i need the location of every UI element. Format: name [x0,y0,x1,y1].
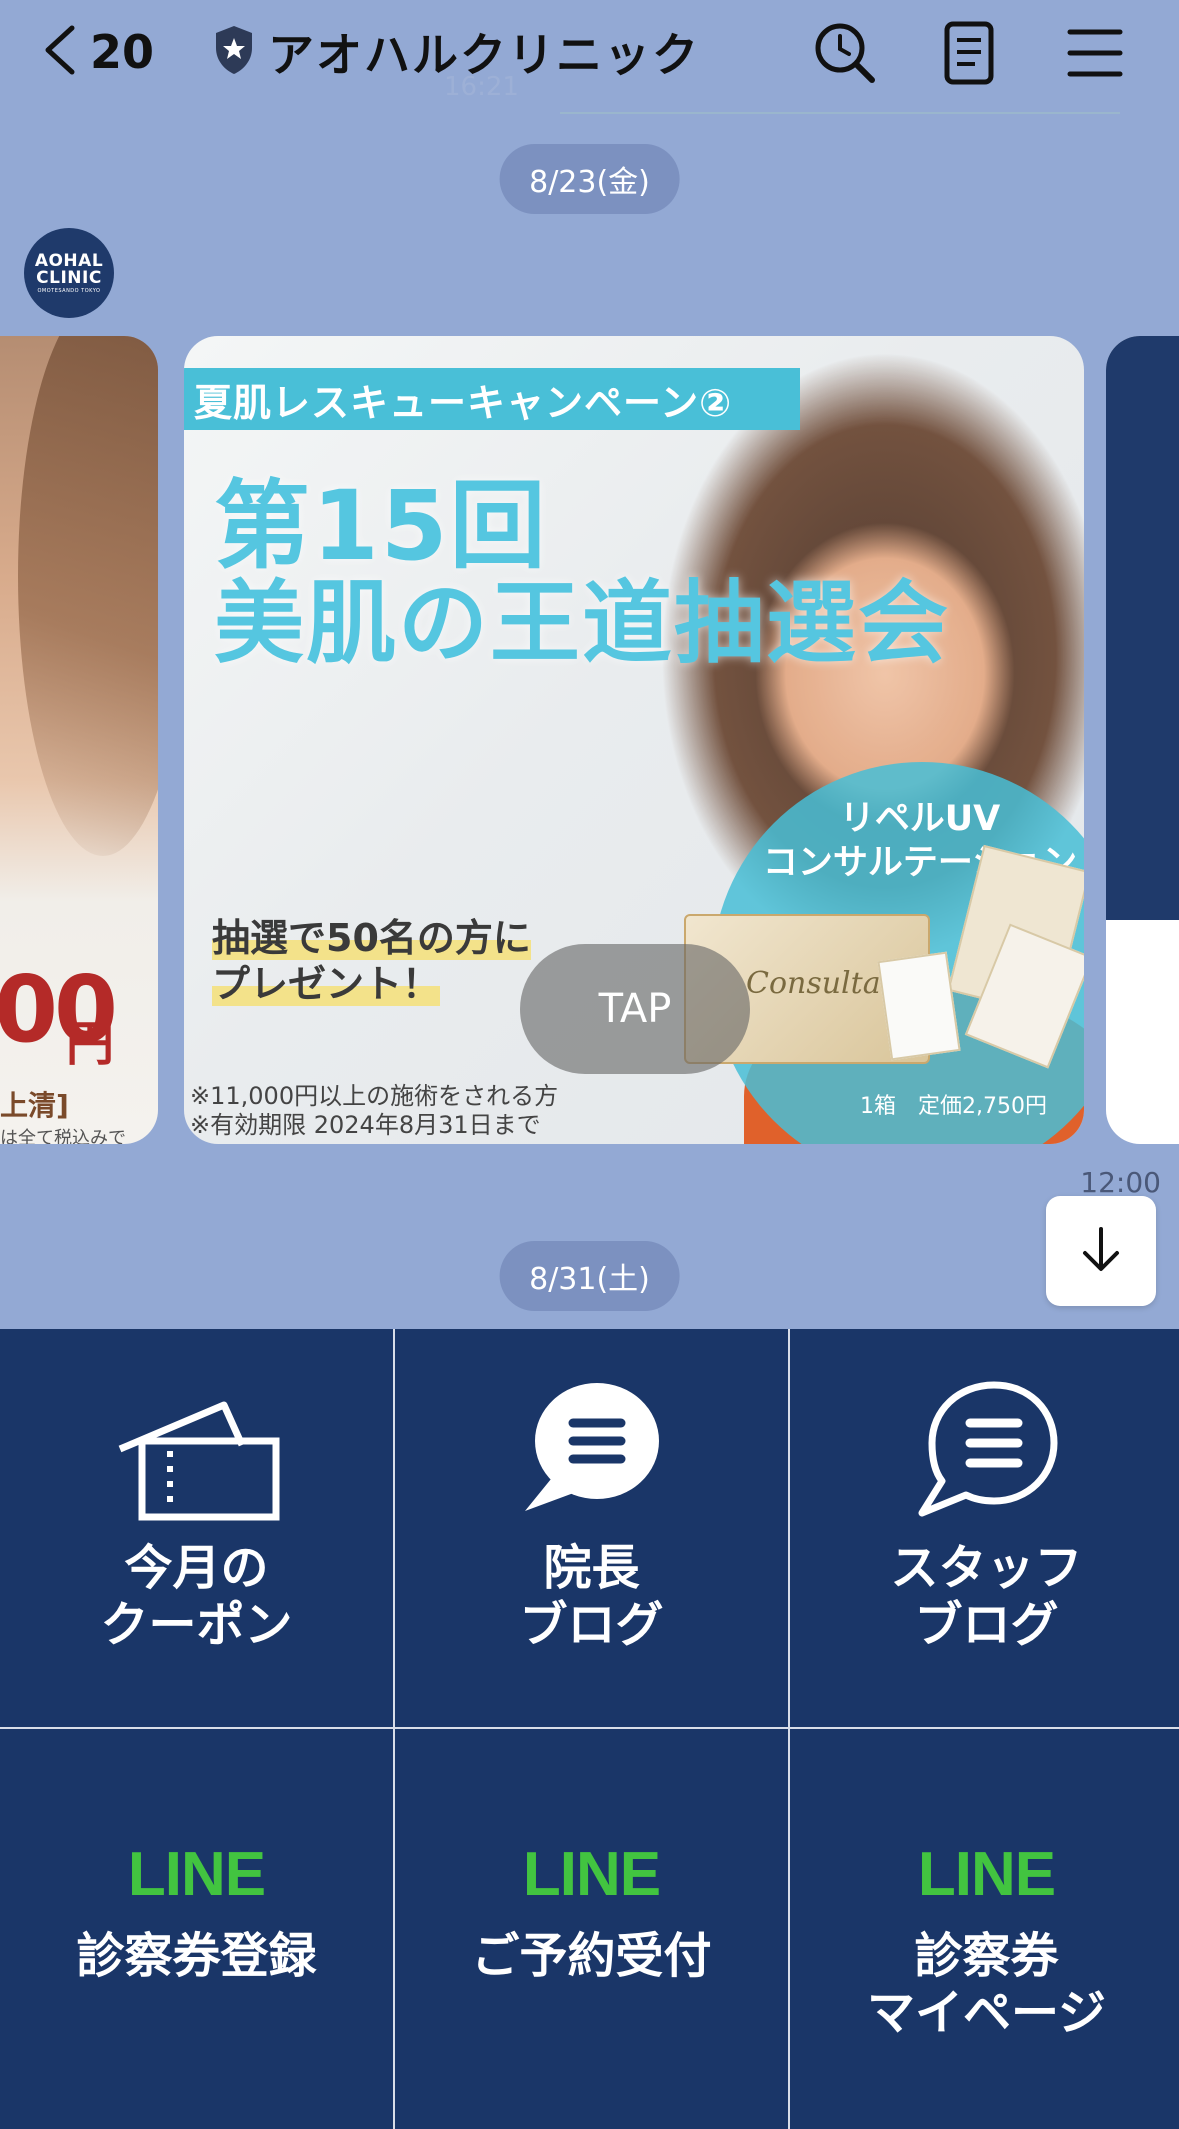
chat-title: アオハルクリニック [268,28,700,82]
menu-staff-blog[interactable]: スタッフ ブログ [790,1329,1179,1727]
menu-card-register-label: 診察券登録 [76,1928,317,1984]
headline-line-2: 美肌の王道抽選会 [214,570,950,676]
unread-count: 20 [90,25,155,79]
carousel-card-previous[interactable]: 00 円 上清] は全て税込みで [0,336,158,1144]
line-logo: LINE [127,1840,266,1909]
menu-staff-blog-label: スタッフ ブログ [890,1540,1083,1653]
menu-coupon[interactable]: 今月の クーポン [0,1329,393,1727]
campaign-note-2: ※有効期限 2024年8月31日まで [190,1110,541,1139]
card-next-image [1106,336,1179,920]
lottery-line-1: 抽選で50名の方に [212,916,531,960]
menu-card-mypage[interactable]: LINE 診察券 マイページ [790,1729,1179,2129]
scroll-to-bottom-button[interactable] [1046,1196,1156,1306]
search-icon[interactable] [810,18,880,88]
campaign-banner: 夏肌レスキューキャンペーン② [184,368,800,430]
ticket-icon [112,1379,282,1524]
menu-card-mypage-label: 診察券 マイページ [866,1928,1107,2041]
card-price-unit: 円 [66,1016,115,1072]
tap-button[interactable]: TAP [520,944,750,1074]
menu-reservation-label: ご予約受付 [471,1928,712,1984]
lottery-text: 抽選で50名の方に プレゼント！ [212,916,531,1007]
menu-coupon-label: 今月の クーポン [100,1540,293,1653]
hamburger-menu-icon[interactable] [1060,18,1130,88]
card-tax-note: は全て税込みで [0,1128,126,1144]
chat-header: 16:21 20 アオハルクリニック [0,0,1179,114]
product-pouch [877,951,961,1061]
message-timestamp: 12:00 [1080,1166,1161,1199]
notes-icon[interactable] [935,18,1005,88]
back-button[interactable]: 20 [40,20,154,84]
line-logo: LINE [917,1840,1056,1909]
line-logo: LINE [522,1840,661,1909]
chat-title-area[interactable]: アオハルクリニック [212,20,700,84]
campaign-headline: 第15回 美肌の王道抽選会 [214,476,950,671]
carousel-card-next[interactable] [1106,336,1179,1144]
avatar-text-location: OMOTESANDO TOKYO [37,287,101,294]
product-title-line-1: リペルUV [839,799,1001,839]
date-separator: 8/31(土) [499,1241,680,1311]
date-separator: 8/23(金) [499,144,680,214]
carousel-card-campaign[interactable]: 夏肌レスキューキャンペーン② 第15回 美肌の王道抽選会 リペルUV コンサルテ… [184,336,1084,1144]
avatar[interactable]: AOHAL CLINIC OMOTESANDO TOKYO [24,228,114,318]
verified-shield-icon [212,24,256,80]
avatar-text-clinic: CLINIC [36,267,102,288]
arrow-down-icon [1075,1223,1127,1279]
speech-bubble-outline-icon [902,1379,1072,1524]
headline-line-1: 第15回 [214,470,548,582]
speech-bubble-filled-icon [507,1379,677,1524]
lottery-line-2: プレゼント！ [212,961,441,1006]
menu-director-blog-label: 院長 ブログ [519,1540,664,1653]
menu-card-register[interactable]: LINE 診察券登録 [0,1729,393,2129]
card-caption: 上清] [0,1089,69,1122]
card-photo [18,336,158,856]
avatar-text-aohal: AOHAL [34,250,104,271]
product-price: 1箱 定価2,750円 [860,1094,1047,1119]
campaign-note-1: ※11,000円以上の施術をされる方 [190,1082,559,1110]
rich-menu: 今月の クーポン 院長 ブログ スタッフ ブログ LINE 診察券登録 LINE… [0,1329,1179,2129]
menu-reservation[interactable]: LINE ご予約受付 [395,1729,788,2129]
menu-director-blog[interactable]: 院長 ブログ [395,1329,788,1727]
chevron-left-icon [40,22,80,82]
campaign-notes: ※11,000円以上の施術をされる方 ※有効期限 2024年8月31日まで [190,1082,558,1140]
